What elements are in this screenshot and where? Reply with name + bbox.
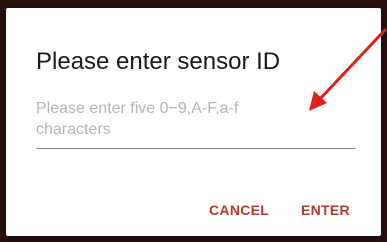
enter-button[interactable]: ENTER <box>301 202 350 218</box>
cancel-button[interactable]: CANCEL <box>209 202 269 218</box>
dialog-title: Please enter sensor ID <box>36 48 281 75</box>
input-underline <box>36 148 356 149</box>
sensor-id-input-placeholder: Please enter five 0−9,A-F,a-f characters <box>36 100 239 138</box>
sensor-id-input[interactable]: Please enter five 0−9,A-F,a-f characters <box>36 98 356 154</box>
